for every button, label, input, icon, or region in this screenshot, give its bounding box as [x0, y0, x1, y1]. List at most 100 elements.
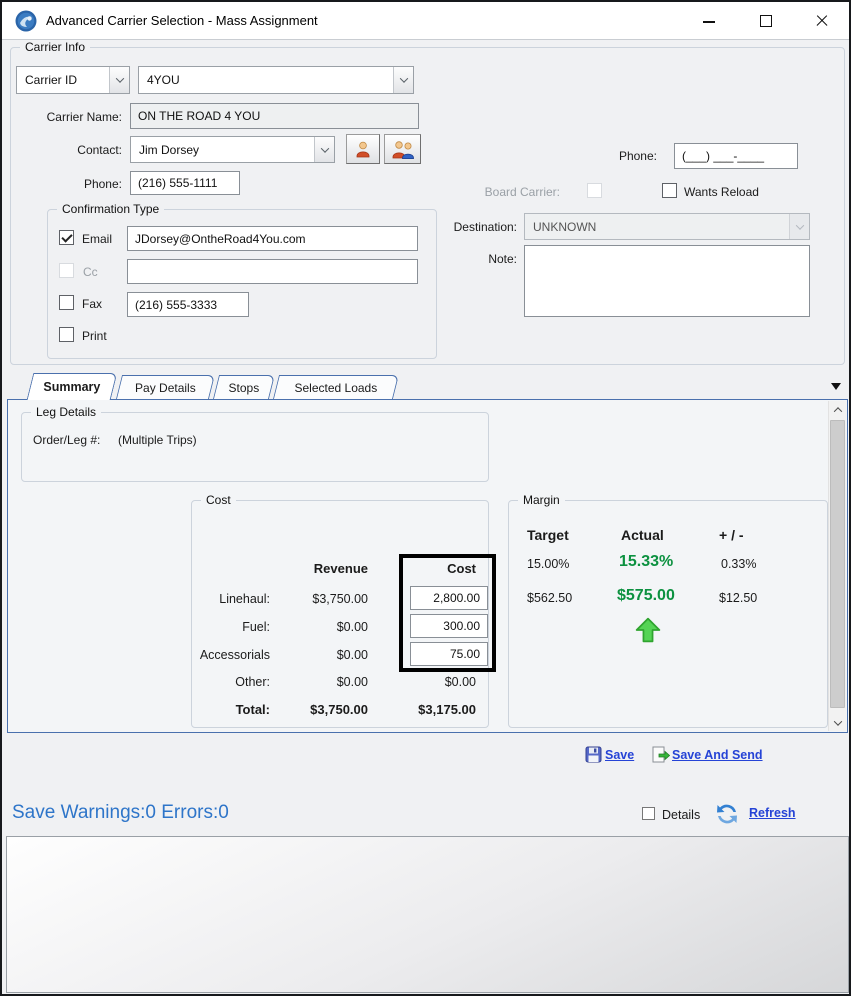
summary-tab-panel: Leg Details Order/Leg #: (Multiple Trips… [7, 399, 848, 733]
fax-label: Fax [82, 297, 103, 311]
save-and-send-link[interactable]: Save And Send [672, 748, 763, 762]
maximize-button[interactable] [744, 2, 788, 40]
scroll-down-button[interactable] [829, 714, 846, 731]
refresh-link[interactable]: Refresh [749, 806, 796, 820]
carrier-name-field: ON THE ROAD 4 YOU [130, 103, 419, 129]
minimize-button[interactable] [687, 2, 731, 40]
alt-phone-label: Phone: [618, 149, 657, 163]
save-floppy-icon [585, 746, 602, 763]
vertical-scrollbar[interactable] [828, 401, 846, 731]
cost-row-label: Accessorials [199, 648, 270, 662]
cost-column-highlight-outline [399, 554, 496, 672]
margin-target-header: Target [527, 527, 569, 543]
email-input[interactable] [127, 226, 418, 251]
carrier-name-label: Carrier Name: [46, 110, 122, 124]
tab-pay-details-label: Pay Details [135, 380, 196, 395]
close-button[interactable] [800, 2, 844, 40]
leg-details-group: Leg Details Order/Leg #: (Multiple Trips… [21, 405, 489, 482]
carrier-id-value: 4YOU [147, 73, 180, 87]
contact-phone-input[interactable] [130, 171, 240, 195]
destination-value: UNKNOWN [533, 219, 597, 234]
margin-up-arrow-icon [635, 617, 661, 643]
margin-diff-amount: $12.50 [719, 591, 758, 605]
search-type-combo[interactable]: Carrier ID [16, 66, 130, 94]
chevron-down-icon[interactable] [314, 137, 334, 162]
wants-reload-label: Wants Reload [684, 185, 759, 199]
note-textarea[interactable] [524, 245, 810, 317]
tab-stops-label: Stops [228, 380, 260, 395]
fax-input[interactable] [127, 292, 249, 317]
tab-stops[interactable]: Stops [213, 375, 275, 399]
board-carrier-label: Board Carrier: [484, 185, 560, 199]
advanced-carrier-selection-window: Advanced Carrier Selection - Mass Assign… [0, 0, 851, 996]
scroll-up-button[interactable] [829, 401, 846, 418]
window-title: Advanced Carrier Selection - Mass Assign… [46, 13, 318, 28]
carrier-id-combo[interactable]: 4YOU [138, 66, 414, 94]
margin-diff-percent: 0.33% [721, 557, 757, 571]
margin-diff-header: + / - [719, 527, 744, 543]
revenue-column-header: Revenue [313, 561, 368, 576]
details-output-pane [6, 836, 849, 993]
destination-label: Destination: [453, 220, 517, 234]
total-revenue: $3,750.00 [310, 702, 368, 717]
cost-row-label: Fuel: [242, 620, 270, 634]
tab-selected-loads[interactable]: Selected Loads [273, 375, 399, 399]
details-checkbox[interactable] [642, 807, 655, 820]
destination-combo: UNKNOWN [524, 213, 810, 240]
contacts-icon [392, 140, 414, 159]
total-row-label: Total: [235, 702, 270, 717]
chevron-down-icon[interactable] [393, 67, 413, 93]
confirmation-type-group-label: Confirmation Type [57, 202, 165, 216]
contact-phone-label: Phone: [83, 177, 122, 191]
contact-value: Jim Dorsey [139, 142, 200, 157]
cc-input[interactable] [127, 259, 418, 284]
print-checkbox[interactable] [59, 327, 74, 342]
cost-row-label: Other: [235, 675, 270, 689]
contact-combo[interactable]: Jim Dorsey [130, 136, 335, 163]
total-cost: $3,175.00 [418, 702, 476, 717]
refresh-arrows-icon[interactable] [712, 799, 742, 829]
board-carrier-checkbox [587, 183, 602, 198]
fax-checkbox[interactable] [59, 295, 74, 310]
save-and-send-icon [652, 746, 670, 763]
margin-actual-header: Actual [621, 527, 664, 543]
save-link[interactable]: Save [605, 748, 634, 762]
tab-summary-label: Summary [43, 380, 101, 394]
email-checkbox[interactable] [59, 230, 74, 245]
tab-overflow-arrow-icon[interactable] [831, 383, 841, 390]
order-leg-label: Order/Leg #: [33, 433, 101, 447]
cc-label: Cc [83, 265, 98, 279]
contact-label: Contact: [77, 143, 122, 157]
carrier-info-group-label: Carrier Info [20, 40, 91, 54]
contact-list-button[interactable] [384, 134, 421, 164]
chevron-down-icon[interactable] [109, 67, 129, 93]
margin-actual-percent: 15.33% [619, 553, 674, 570]
save-warnings-status: Save Warnings:0 Errors:0 [12, 802, 229, 823]
wants-reload-checkbox[interactable] [662, 183, 677, 198]
note-label: Note: [488, 252, 517, 266]
alt-phone-input[interactable] [674, 143, 798, 169]
title-bar: Advanced Carrier Selection - Mass Assign… [2, 2, 849, 40]
margin-target-percent: 15.00% [527, 557, 570, 571]
app-logo-icon [15, 10, 37, 32]
margin-actual-amount: $575.00 [617, 587, 675, 604]
tab-pay-details[interactable]: Pay Details [116, 375, 215, 399]
cc-checkbox [59, 263, 74, 278]
search-type-value: Carrier ID [25, 73, 78, 87]
tab-summary[interactable]: Summary [26, 373, 118, 400]
margin-group: Margin Target Actual + / - 15.00% 15.33%… [508, 493, 828, 728]
cost-row-cost: $0.00 [444, 675, 476, 689]
cost-row-revenue: $3,750.00 [312, 592, 368, 606]
order-leg-value: (Multiple Trips) [118, 433, 197, 447]
tab-selected-loads-label: Selected Loads [294, 380, 378, 395]
scrollbar-thumb[interactable] [830, 420, 845, 708]
print-label: Print [82, 329, 107, 343]
chevron-down-icon [789, 214, 809, 239]
details-label: Details [662, 808, 701, 822]
cost-group-label: Cost [201, 493, 236, 507]
cost-row-label: Linehaul: [219, 592, 270, 606]
view-contact-button[interactable] [346, 134, 380, 164]
single-contact-icon [356, 141, 370, 158]
cost-row-revenue: $0.00 [336, 620, 368, 634]
leg-details-group-label: Leg Details [31, 405, 102, 419]
